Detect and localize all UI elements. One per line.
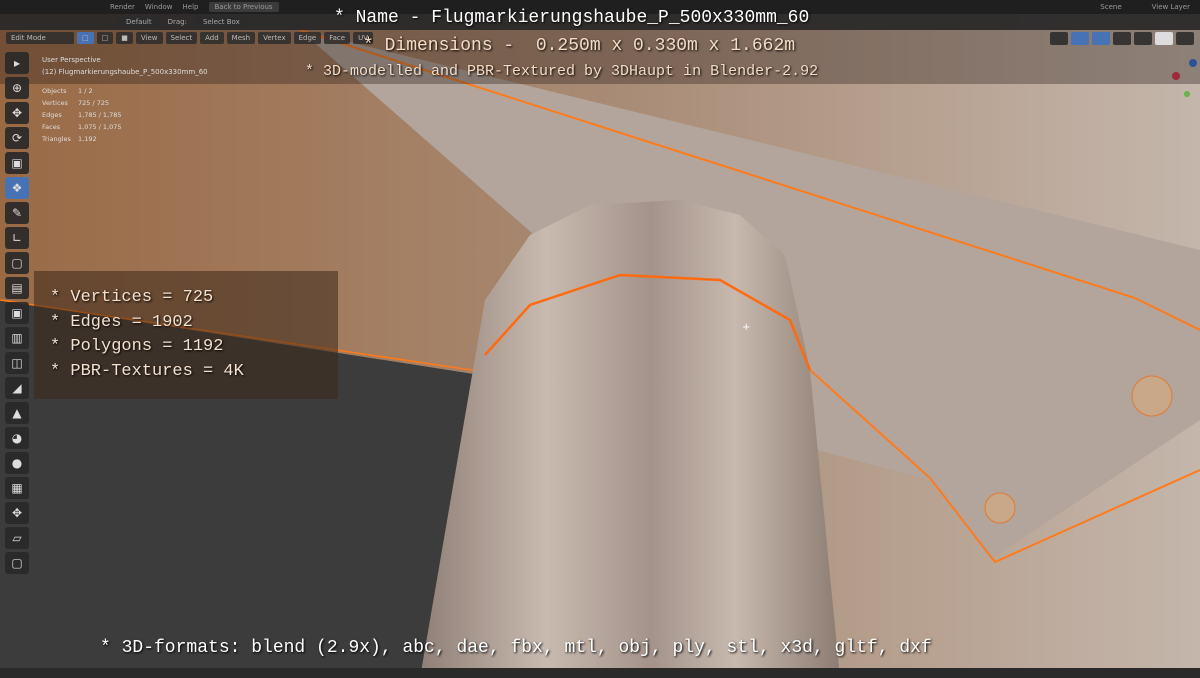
bevel-tool-icon[interactable]: ▥ xyxy=(5,327,29,349)
status-bar xyxy=(0,668,1200,678)
viewport-info: User Perspective (12) Flugmarkierungshau… xyxy=(42,54,208,78)
overlay-dimensions: * Dimensions - 0.250m x 0.330m x 1.662m xyxy=(363,36,796,56)
face-select-mode[interactable]: ■ xyxy=(116,32,133,44)
overlay-name: * Name - Flugmarkierungshaube_P_500x330m… xyxy=(334,8,810,28)
scene-selectors: Scene View Layer xyxy=(1100,0,1190,14)
tool-shelf: ▸ ⊕ ✥ ⟳ ▣ ❖ ✎ ∟ ▢ ▤ ▣ ▥ ◫ ◢ ▲ ◕ ● ▦ ✥ ▱ … xyxy=(5,52,31,574)
stat-value: 1 / 2 xyxy=(78,87,93,95)
shrink-fatten-tool-icon[interactable]: ✥ xyxy=(5,502,29,524)
stat-key: Objects xyxy=(42,87,67,95)
inset-tool-icon[interactable]: ▣ xyxy=(5,302,29,324)
wireframe-shading-icon[interactable] xyxy=(1134,32,1152,45)
spin-tool-icon[interactable]: ◕ xyxy=(5,427,29,449)
rivet-mesh xyxy=(984,492,1016,524)
cursor-tool-icon[interactable]: ⊕ xyxy=(5,77,29,99)
rotate-tool-icon[interactable]: ⟳ xyxy=(5,127,29,149)
solid-shading-icon[interactable] xyxy=(1155,32,1173,45)
overlay-textures: * PBR-Textures = 4K xyxy=(50,361,244,381)
material-shading-icon[interactable] xyxy=(1176,32,1194,45)
back-to-previous-button[interactable]: Back to Previous xyxy=(208,2,279,12)
3d-cursor-icon: + xyxy=(742,322,750,333)
overlay-toggle-icon[interactable] xyxy=(1092,32,1110,45)
shear-tool-icon[interactable]: ▱ xyxy=(5,527,29,549)
menu-edge[interactable]: Edge xyxy=(293,32,322,44)
transform-tool-icon[interactable]: ❖ xyxy=(5,177,29,199)
viewport-shading-controls xyxy=(1050,32,1194,45)
stat-key: Vertices xyxy=(42,99,68,107)
stat-key: Faces xyxy=(42,123,61,131)
menu-vertex[interactable]: Vertex xyxy=(258,32,291,44)
menu-render[interactable]: Render xyxy=(110,3,135,11)
menu-help[interactable]: Help xyxy=(183,3,199,11)
overlay-edges: * Edges = 1902 xyxy=(50,312,193,332)
edge-select-mode[interactable]: □ xyxy=(96,32,114,44)
edge-slide-tool-icon[interactable]: ▦ xyxy=(5,477,29,499)
overlay-polygons: * Polygons = 1192 xyxy=(50,337,224,356)
stat-key: Edges xyxy=(42,111,62,119)
loop-cut-tool-icon[interactable]: ◫ xyxy=(5,352,29,374)
stat-value: 1,785 / 1,785 xyxy=(78,111,122,119)
overlay-credit: * 3D-modelled and PBR-Textured by 3DHaup… xyxy=(305,63,819,80)
vertex-select-mode[interactable]: □ xyxy=(77,32,94,44)
annotate-tool-icon[interactable]: ✎ xyxy=(5,202,29,224)
gizmo-toggle-icon[interactable] xyxy=(1071,32,1089,45)
scene-stats: Objects 1 / 2 Vertices 725 / 725 Edges 1,78… xyxy=(42,85,122,145)
add-cube-tool-icon[interactable]: ▢ xyxy=(5,252,29,274)
measure-tool-icon[interactable]: ∟ xyxy=(5,227,29,249)
stat-value: 725 / 725 xyxy=(78,99,110,107)
knife-tool-icon[interactable]: ◢ xyxy=(5,377,29,399)
menu-view[interactable]: View xyxy=(135,32,163,44)
extrude-tool-icon[interactable]: ▤ xyxy=(5,277,29,299)
stat-key: Triangles xyxy=(42,135,71,143)
menu-window[interactable]: Window xyxy=(145,3,173,11)
stat-value: 1,192 xyxy=(78,135,97,143)
rip-tool-icon[interactable]: ▢ xyxy=(5,552,29,574)
rivet-mesh xyxy=(1131,375,1173,417)
xray-icon[interactable] xyxy=(1113,32,1131,45)
menu-face[interactable]: Face xyxy=(324,32,351,44)
scene-selector[interactable]: Scene xyxy=(1100,3,1121,11)
perspective-label: User Perspective xyxy=(42,56,101,64)
visibility-icon[interactable] xyxy=(1050,32,1068,45)
object-label: (12) Flugmarkierungshaube_P_500x330mm_60 xyxy=(42,68,208,76)
gizmo-y-axis[interactable] xyxy=(1184,91,1190,97)
select-tool-icon[interactable]: ▸ xyxy=(5,52,29,74)
move-tool-icon[interactable]: ✥ xyxy=(5,102,29,124)
drag-dropdown[interactable]: Select Box xyxy=(194,17,248,27)
smooth-tool-icon[interactable]: ● xyxy=(5,452,29,474)
mode-dropdown[interactable]: Edit Mode xyxy=(6,32,74,44)
view-layer-selector[interactable]: View Layer xyxy=(1152,3,1190,11)
poly-build-tool-icon[interactable]: ▲ xyxy=(5,402,29,424)
scale-tool-icon[interactable]: ▣ xyxy=(5,152,29,174)
menu-add[interactable]: Add xyxy=(200,32,224,44)
menu-select[interactable]: Select xyxy=(165,32,198,44)
orientation-dropdown[interactable]: Default xyxy=(118,17,160,27)
overlay-formats: * 3D-formats: blend (2.9x), abc, dae, fb… xyxy=(100,638,932,658)
drag-label: Drag: xyxy=(167,18,187,26)
overlay-vertices: * Vertices = 725 xyxy=(50,288,214,307)
overlay-stats: * Vertices = 725 * Edges = 1902 * Polygons… xyxy=(50,286,244,384)
menu-mesh[interactable]: Mesh xyxy=(226,32,256,44)
stat-value: 1,075 / 1,075 xyxy=(78,123,122,131)
